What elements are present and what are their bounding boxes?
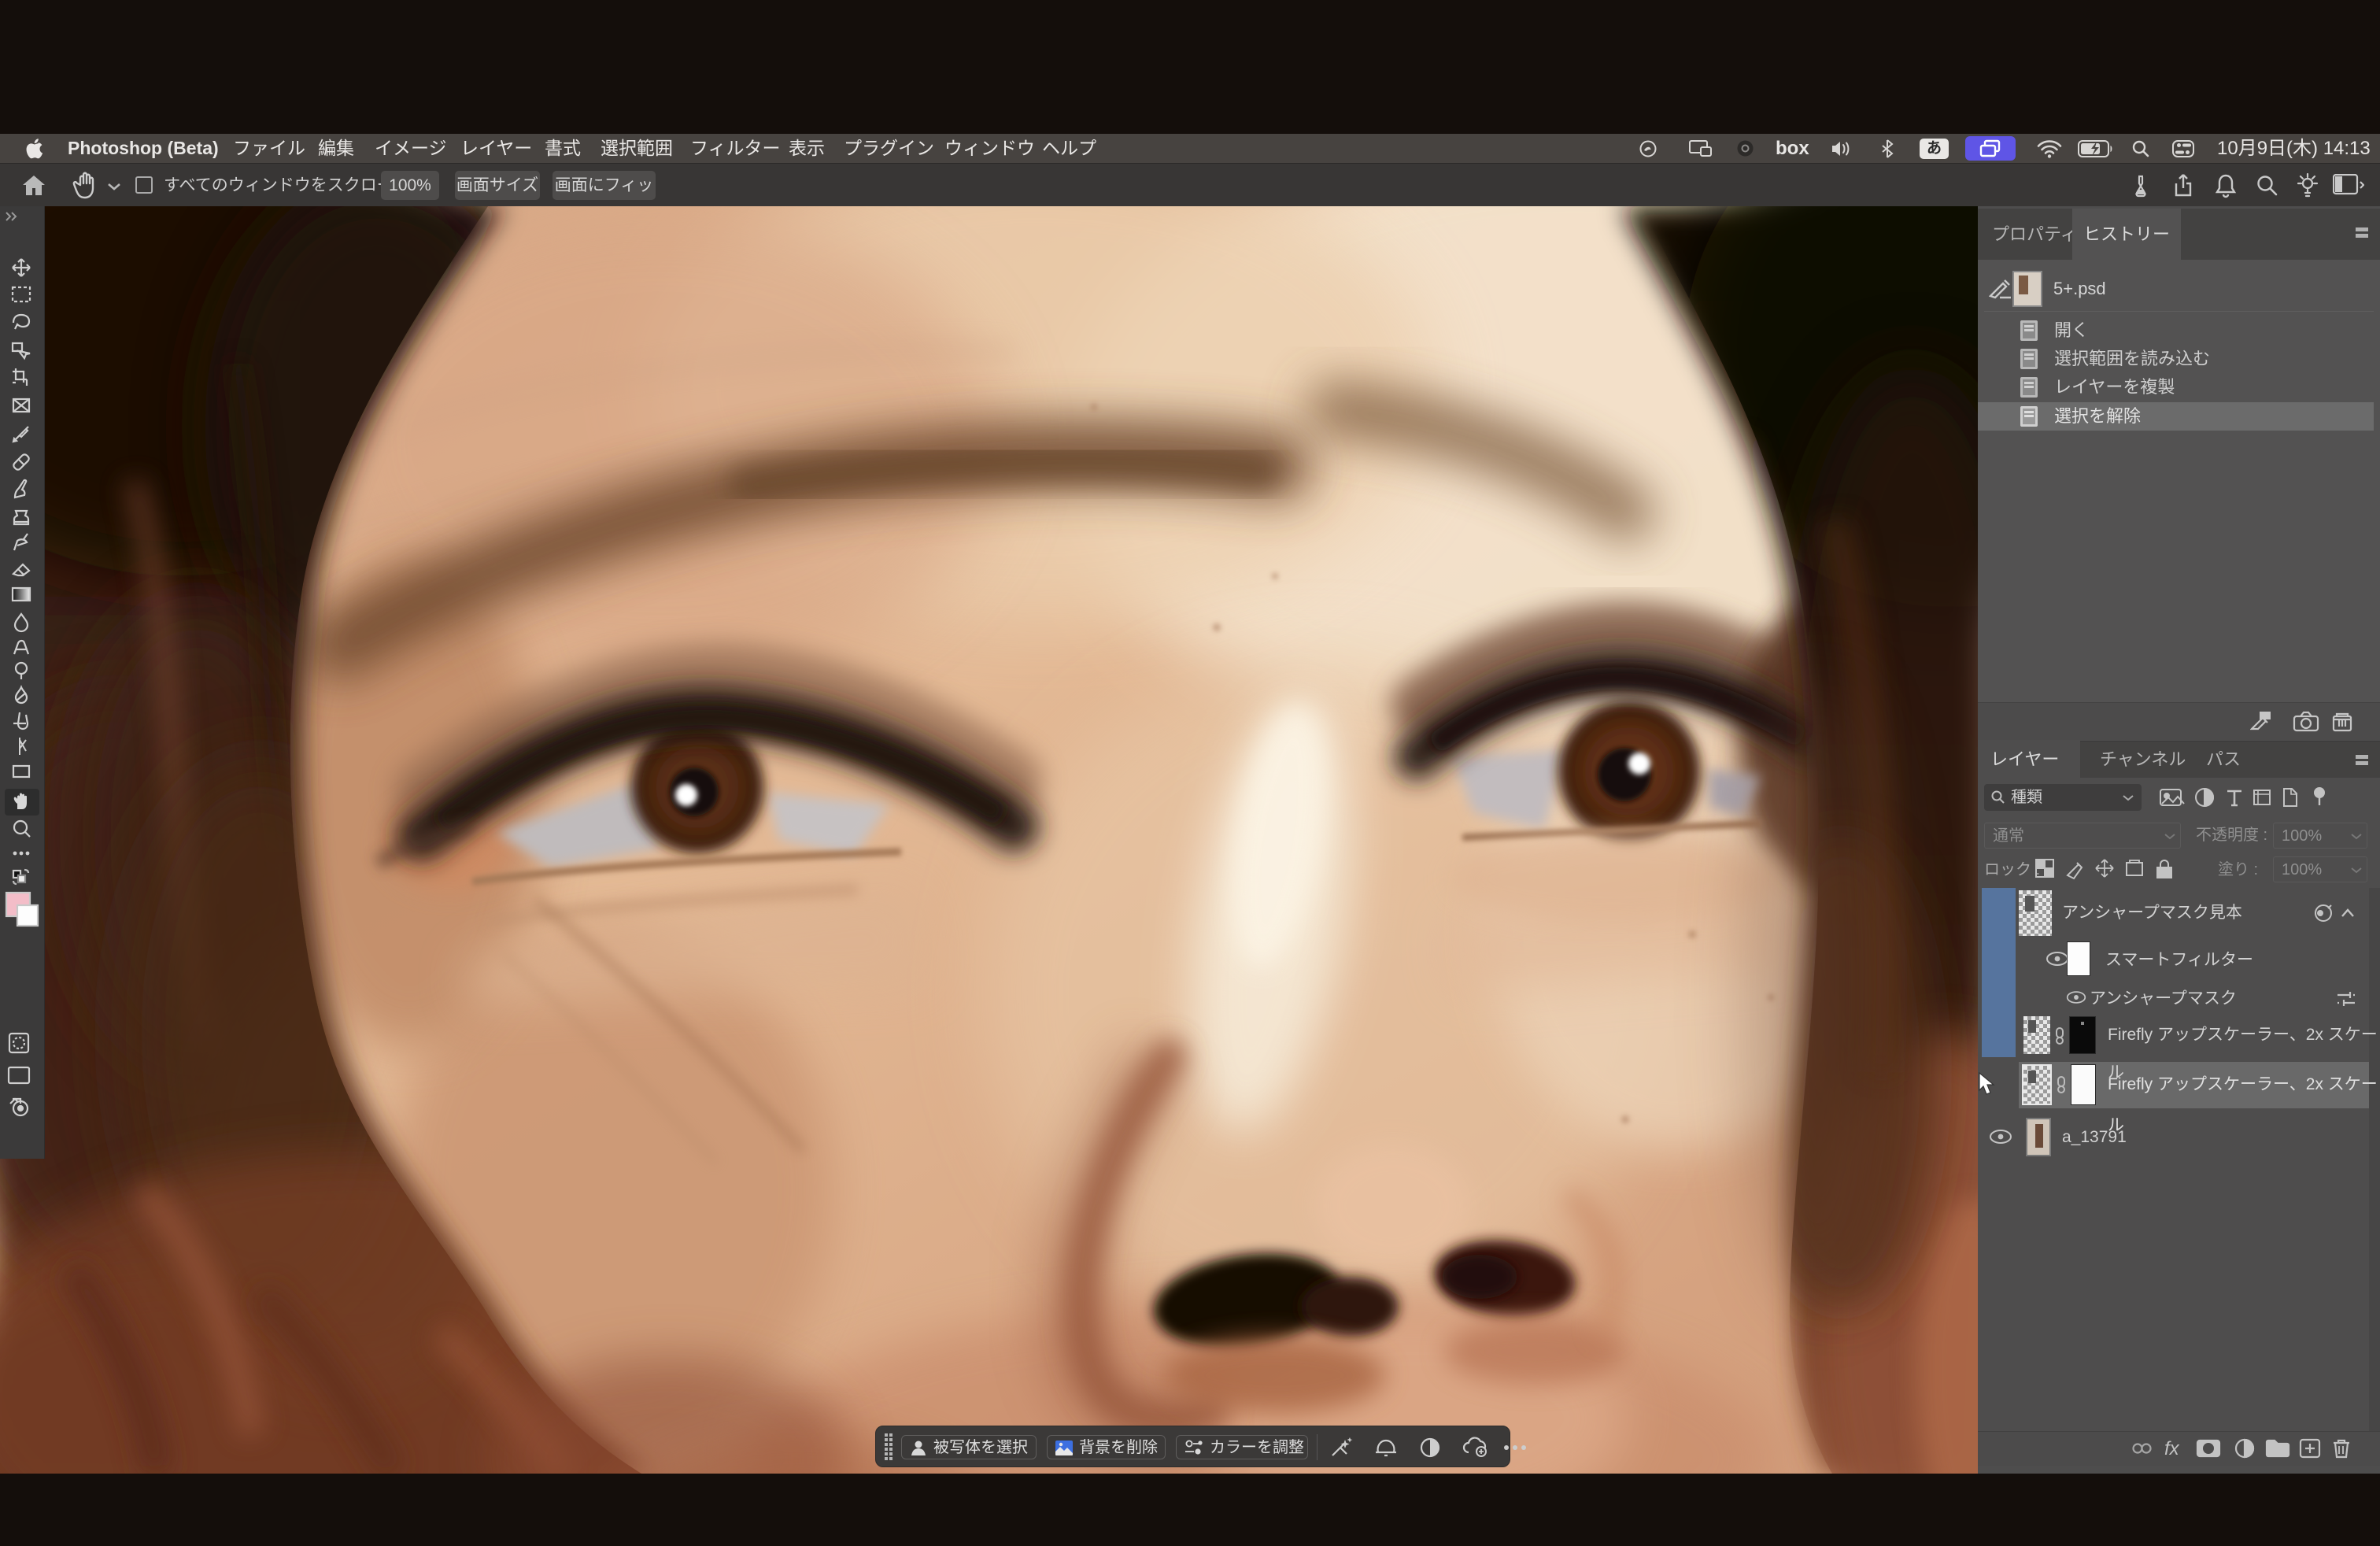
svg-text:fx: fx <box>2164 1438 2180 1459</box>
